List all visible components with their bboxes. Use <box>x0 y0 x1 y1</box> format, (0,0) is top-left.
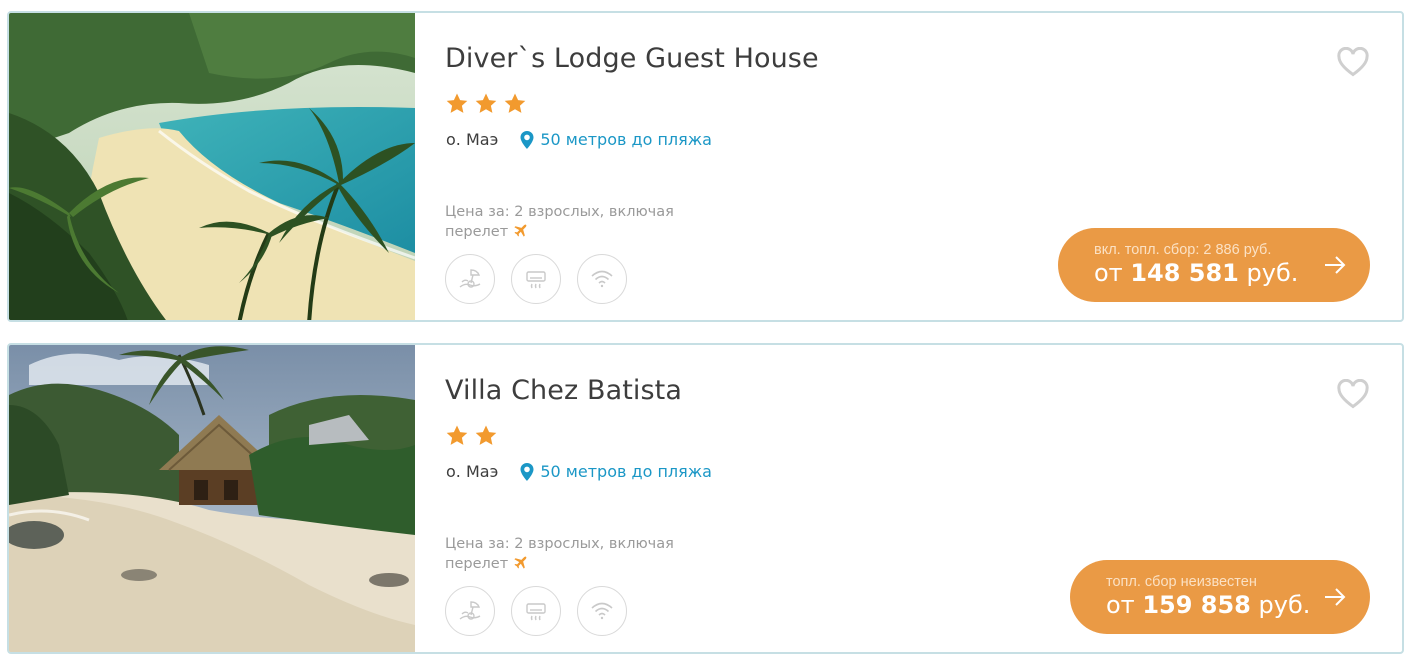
price-prefix: от <box>1094 259 1123 287</box>
island-label: о. Маэ <box>446 130 499 149</box>
star-icon <box>446 93 468 113</box>
plane-icon <box>514 224 527 237</box>
star-icon <box>446 425 468 445</box>
fuel-fee-text: топл. сбор неизвестен <box>1106 574 1257 590</box>
star-rating <box>445 424 498 448</box>
star-icon <box>504 93 526 113</box>
hotel-name[interactable]: Villa Chez Batista <box>445 375 682 406</box>
price-currency: руб. <box>1246 259 1299 287</box>
price-currency: руб. <box>1258 591 1311 619</box>
wifi-icon[interactable] <box>577 586 627 636</box>
price-amount: от 148 581 руб. <box>1094 258 1298 288</box>
price-prefix: от <box>1106 591 1135 619</box>
beach-distance-link[interactable]: 50 метров до пляжа <box>540 130 712 149</box>
map-pin-icon <box>520 462 534 481</box>
island-label: о. Маэ <box>446 462 499 481</box>
star-icon <box>475 425 497 445</box>
wifi-icon[interactable] <box>577 254 627 304</box>
plane-icon <box>514 556 527 569</box>
price-note-text: Цена за: 2 взрослых, включая перелет <box>445 204 674 240</box>
price-note-text: Цена за: 2 взрослых, включая перелет <box>445 536 674 572</box>
heart-icon[interactable] <box>1336 379 1370 409</box>
hotel-photo[interactable] <box>9 13 415 320</box>
price-note: Цена за: 2 взрослых, включая перелет <box>445 202 735 242</box>
heart-icon[interactable] <box>1336 47 1370 77</box>
map-pin-icon <box>520 130 534 149</box>
star-icon <box>475 93 497 113</box>
beach-umbrella-icon[interactable] <box>445 586 495 636</box>
location: о. Маэ 50 метров до пляжа <box>446 462 712 481</box>
fuel-fee-text: вкл. топл. сбор: 2 886 руб. <box>1094 242 1272 258</box>
amenities-list <box>445 254 627 304</box>
beach-distance-link[interactable]: 50 метров до пляжа <box>540 462 712 481</box>
beach-umbrella-icon[interactable] <box>445 254 495 304</box>
hotel-card[interactable]: Diver`s Lodge Guest House о. Маэ 50 метр… <box>7 11 1404 322</box>
hotel-name[interactable]: Diver`s Lodge Guest House <box>445 43 819 74</box>
price-value: 159 858 <box>1142 591 1251 619</box>
price-value: 148 581 <box>1130 259 1239 287</box>
air-conditioner-icon[interactable] <box>511 586 561 636</box>
arrow-right-icon <box>1325 588 1346 606</box>
price-button[interactable]: вкл. топл. сбор: 2 886 руб. от 148 581 р… <box>1058 228 1370 302</box>
location: о. Маэ 50 метров до пляжа <box>446 130 712 149</box>
price-button[interactable]: топл. сбор неизвестен от 159 858 руб. <box>1070 560 1370 634</box>
star-rating <box>445 92 527 116</box>
arrow-right-icon <box>1325 256 1346 274</box>
price-amount: от 159 858 руб. <box>1106 590 1310 620</box>
hotel-card[interactable]: Villa Chez Batista о. Маэ 50 метров до п… <box>7 343 1404 654</box>
air-conditioner-icon[interactable] <box>511 254 561 304</box>
amenities-list <box>445 586 627 636</box>
hotel-photo[interactable] <box>9 345 415 652</box>
price-note: Цена за: 2 взрослых, включая перелет <box>445 534 735 574</box>
